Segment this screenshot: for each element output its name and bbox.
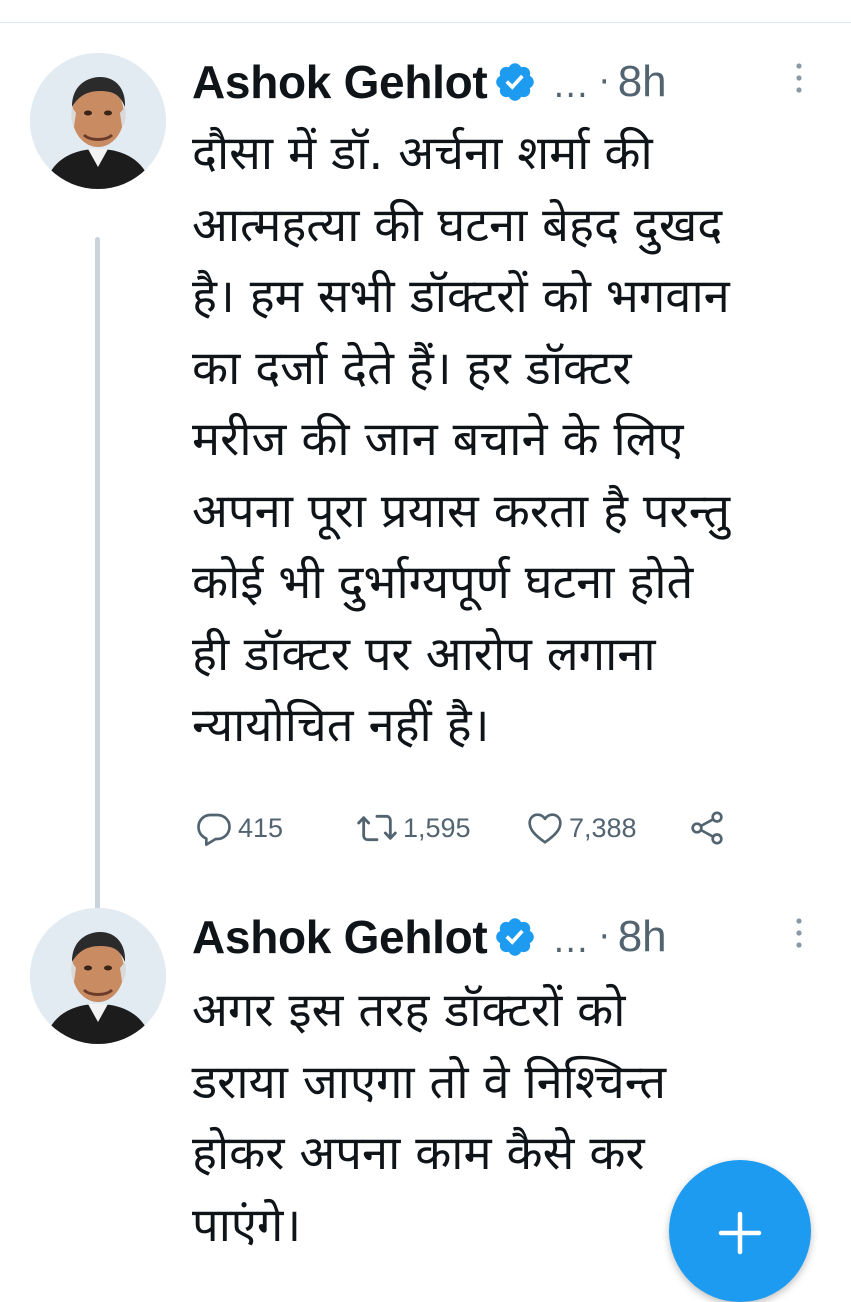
plus-icon bbox=[718, 1211, 762, 1255]
author-name[interactable]: Ashok Gehlot bbox=[192, 910, 488, 964]
share-icon bbox=[691, 811, 723, 845]
compose-tweet-button[interactable] bbox=[669, 1160, 811, 1302]
verified-badge-icon bbox=[493, 915, 537, 959]
vertical-ellipsis-icon[interactable] bbox=[794, 58, 804, 98]
verified-badge-icon bbox=[493, 60, 537, 104]
top-divider bbox=[0, 22, 851, 23]
share-button[interactable] bbox=[687, 805, 727, 851]
timestamp[interactable]: 8h bbox=[618, 912, 667, 962]
like-button[interactable]: 7,388 bbox=[525, 805, 637, 851]
like-count: 7,388 bbox=[569, 812, 637, 843]
heart-icon bbox=[528, 813, 562, 844]
reply-button[interactable]: 415 bbox=[194, 805, 283, 851]
tweet-text: दौसा में डॉ. अर्चना शर्मा की आत्महत्या क… bbox=[192, 126, 731, 753]
retweet-button[interactable]: 1,595 bbox=[355, 805, 471, 851]
author-name[interactable]: Ashok Gehlot bbox=[192, 55, 488, 109]
vertical-ellipsis-icon[interactable] bbox=[794, 913, 804, 953]
handle-truncated: ... bbox=[553, 921, 589, 961]
tweet-header: Ashok Gehlot ... · 8h bbox=[192, 907, 667, 967]
timestamp[interactable]: 8h bbox=[618, 57, 667, 107]
retweet-count: 1,595 bbox=[403, 812, 471, 843]
handle-truncated: ... bbox=[553, 66, 589, 106]
tweet-header: Ashok Gehlot ... · 8h bbox=[192, 52, 667, 112]
retweet-arrows-icon bbox=[357, 814, 397, 842]
separator-dot: · bbox=[598, 62, 610, 102]
reply-count: 415 bbox=[238, 812, 284, 843]
thread-connector bbox=[95, 237, 100, 937]
comment-bubble-icon bbox=[197, 813, 231, 846]
avatar[interactable] bbox=[30, 908, 166, 1044]
tweet-actions: 415 1,595 7,388 bbox=[192, 805, 832, 851]
avatar[interactable] bbox=[30, 53, 166, 189]
separator-dot: · bbox=[598, 917, 610, 957]
